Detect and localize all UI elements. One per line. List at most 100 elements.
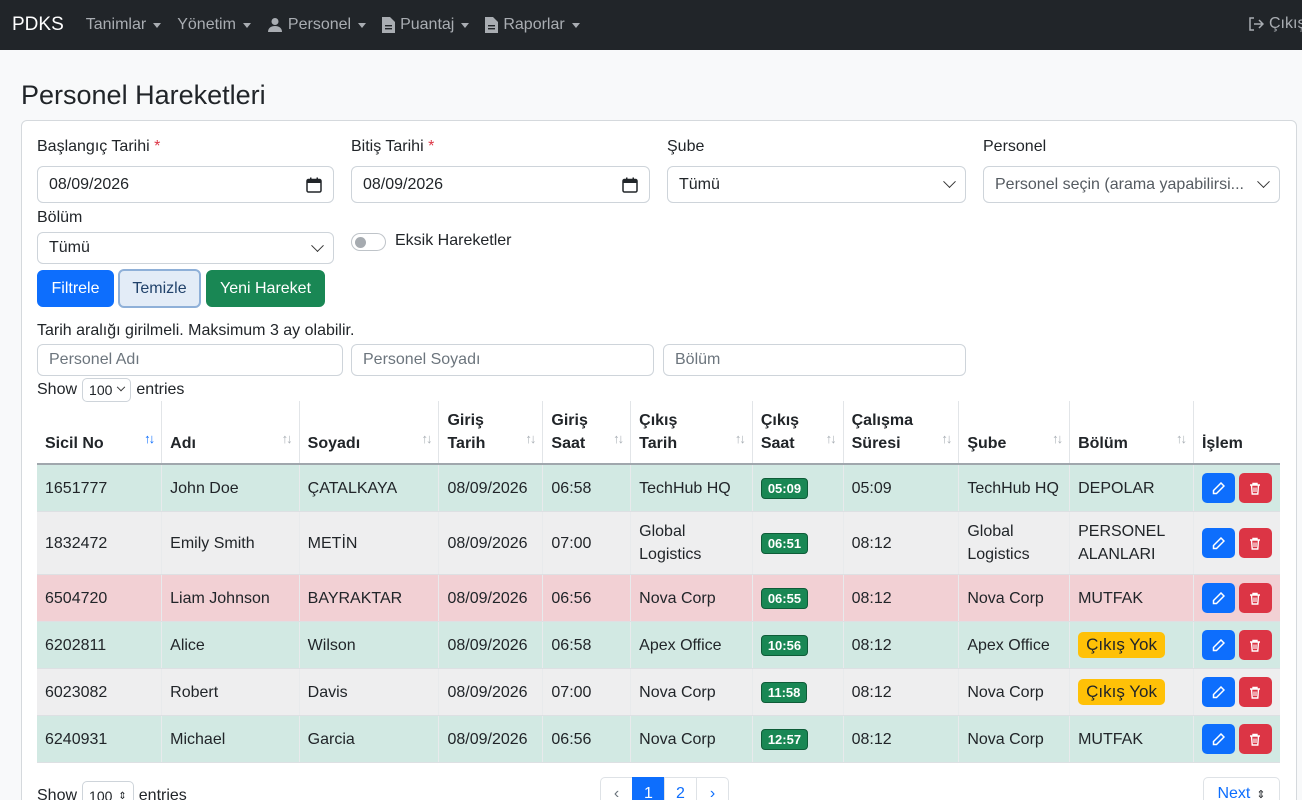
edit-button[interactable] bbox=[1201, 630, 1235, 660]
cell-giris-tarih: 08/09/2026 bbox=[438, 668, 544, 716]
edit-button[interactable] bbox=[1201, 724, 1235, 754]
sort-icon: ↑↓ bbox=[613, 431, 624, 446]
top-navbar: PDKS Tanimlar Yönetim Personel Puantaj R… bbox=[0, 0, 1302, 50]
cell-giris-tarih: 08/09/2026 bbox=[438, 511, 544, 575]
next-page-arrow-button[interactable]: › bbox=[696, 777, 729, 800]
first-name-search-input[interactable]: Personel Adı bbox=[37, 344, 343, 376]
nav-personel[interactable]: Personel bbox=[267, 16, 367, 34]
no-exit-badge: Çıkış Yok bbox=[1078, 679, 1165, 705]
cell-sure: 08:12 bbox=[843, 668, 960, 716]
exit-time-badge: 11:58 bbox=[760, 681, 808, 703]
delete-button[interactable] bbox=[1238, 473, 1272, 503]
last-name-placeholder: Personel Soyadı bbox=[363, 351, 481, 368]
calendar-icon[interactable] bbox=[306, 177, 322, 193]
caret-down-icon bbox=[461, 22, 470, 28]
cell-sure: 08:12 bbox=[843, 715, 960, 763]
show-label: Show bbox=[37, 787, 78, 800]
edit-button[interactable] bbox=[1201, 583, 1235, 613]
edit-button[interactable] bbox=[1201, 528, 1235, 558]
entries-label: entries bbox=[138, 787, 187, 800]
cell-ad: Liam Johnson bbox=[161, 574, 300, 622]
page-button-2[interactable]: 2 bbox=[664, 777, 697, 800]
exit-time-badge: 06:51 bbox=[760, 532, 809, 554]
col-header-sure[interactable]: Çalışma Süresi ↑↓ bbox=[843, 401, 960, 465]
delete-button[interactable] bbox=[1238, 583, 1272, 613]
filter-button[interactable]: Filtrele bbox=[37, 270, 114, 307]
caret-down-icon bbox=[571, 22, 580, 28]
logout-label: Çıkış bbox=[1269, 15, 1302, 32]
delete-button[interactable] bbox=[1238, 528, 1272, 558]
start-date-input[interactable]: 08/09/2026 bbox=[37, 166, 334, 203]
cell-islem bbox=[1193, 621, 1280, 669]
start-date-value: 08/09/2026 bbox=[49, 175, 130, 193]
length-control-top: Show 100 entries bbox=[37, 378, 184, 402]
nav-yonetim[interactable]: Yönetim bbox=[177, 16, 251, 34]
end-date-input[interactable]: 08/09/2026 bbox=[351, 166, 650, 203]
col-header-bolum[interactable]: Bölüm ↑↓ bbox=[1069, 401, 1194, 465]
sort-icon: ↑↓ bbox=[941, 431, 952, 446]
table-row: 6202811 Alice Wilson 08/09/2026 06:58 Apex Of… bbox=[37, 621, 1280, 669]
nav-puantaj[interactable]: Puantaj bbox=[382, 16, 470, 34]
caret-down-icon bbox=[242, 22, 251, 28]
page-length-select-bottom[interactable]: 100 ⇕ bbox=[82, 781, 134, 800]
first-name-placeholder: Personel Adı bbox=[49, 351, 140, 368]
personnel-select[interactable]: Personel seçin (arama yapabilirsi... bbox=[983, 166, 1280, 203]
trash-icon bbox=[1250, 686, 1261, 699]
cell-cikis-saat: 12:57 bbox=[752, 715, 844, 763]
new-movement-button[interactable]: Yeni Hareket bbox=[206, 270, 325, 307]
cell-sube: TechHub HQ bbox=[958, 464, 1071, 512]
start-date-label: Başlangıç Tarihi * bbox=[37, 138, 161, 155]
cell-soyad: ÇATALKAYA bbox=[299, 464, 440, 512]
delete-button[interactable] bbox=[1238, 630, 1272, 660]
cell-islem bbox=[1193, 464, 1280, 512]
cell-sicil: 1832472 bbox=[37, 511, 163, 575]
department-select[interactable]: Tümü bbox=[37, 232, 334, 264]
col-header-sube[interactable]: Şube ↑↓ bbox=[958, 401, 1071, 465]
prev-page-button[interactable]: ‹ bbox=[600, 777, 633, 800]
department-search-input[interactable]: Bölüm bbox=[663, 344, 966, 376]
cell-giris-saat: 06:56 bbox=[542, 715, 632, 763]
col-header-giris-tarih[interactable]: Giriş Tarih ↑↓ bbox=[438, 401, 544, 465]
pencil-icon bbox=[1212, 685, 1225, 698]
next-button-label: Next bbox=[1217, 785, 1251, 800]
branch-label: Şube bbox=[667, 138, 705, 155]
trash-icon bbox=[1250, 592, 1261, 605]
clear-button[interactable]: Temizle bbox=[118, 269, 201, 308]
edit-button[interactable] bbox=[1201, 677, 1235, 707]
missing-movements-toggle[interactable] bbox=[351, 233, 386, 251]
cell-sube: Global Logistics bbox=[958, 511, 1071, 575]
nav-tanimlar-label: Tanimlar bbox=[85, 16, 147, 33]
nav-raporlar[interactable]: Raporlar bbox=[485, 16, 580, 34]
nav-tanimlar[interactable]: Tanimlar bbox=[85, 16, 162, 34]
cell-soyad: BAYRAKTAR bbox=[299, 574, 440, 622]
personnel-label: Personel bbox=[983, 138, 1047, 155]
next-button[interactable]: Next ⇕ bbox=[1203, 777, 1280, 800]
delete-button[interactable] bbox=[1238, 724, 1272, 754]
brand-logo[interactable]: PDKS bbox=[12, 14, 64, 36]
last-name-search-input[interactable]: Personel Soyadı bbox=[351, 344, 654, 376]
caret-down-icon bbox=[358, 22, 367, 28]
sort-icon: ↑↓ bbox=[281, 431, 293, 446]
missing-movements-label: Eksik Hareketler bbox=[395, 232, 512, 249]
delete-button[interactable] bbox=[1238, 677, 1272, 707]
col-header-ad[interactable]: Adı ↑↓ bbox=[161, 401, 300, 465]
cell-giris-saat: 07:00 bbox=[542, 511, 632, 575]
cell-cikis-saat: 11:58 bbox=[752, 668, 844, 716]
col-header-cikis-saat[interactable]: Çıkış Saat ↑↓ bbox=[752, 401, 844, 465]
sort-icon: ↑↓ bbox=[1175, 431, 1187, 446]
page-button-1[interactable]: 1 bbox=[632, 777, 665, 800]
edit-button[interactable] bbox=[1201, 473, 1235, 503]
length-control-bottom: Show 100 ⇕ entries bbox=[37, 781, 187, 800]
col-header-soyad[interactable]: Soyadı ↑↓ bbox=[299, 401, 440, 465]
page-length-select[interactable]: 100 bbox=[82, 378, 132, 402]
cell-sicil: 1651777 bbox=[37, 464, 163, 512]
pencil-icon bbox=[1212, 732, 1225, 745]
branch-select[interactable]: Tümü bbox=[667, 166, 966, 203]
logout-link[interactable]: Çıkış bbox=[1248, 15, 1302, 33]
cell-cikis-tarih: Nova Corp bbox=[630, 574, 753, 622]
cell-giris-tarih: 08/09/2026 bbox=[438, 464, 544, 512]
calendar-icon[interactable] bbox=[622, 177, 638, 193]
col-header-cikis-tarih[interactable]: Çıkış Tarih ↑↓ bbox=[630, 401, 753, 465]
col-header-sicil[interactable]: Sicil No ↑↓ bbox=[37, 401, 163, 465]
col-header-giris-saat[interactable]: Giriş Saat ↑↓ bbox=[542, 401, 632, 465]
